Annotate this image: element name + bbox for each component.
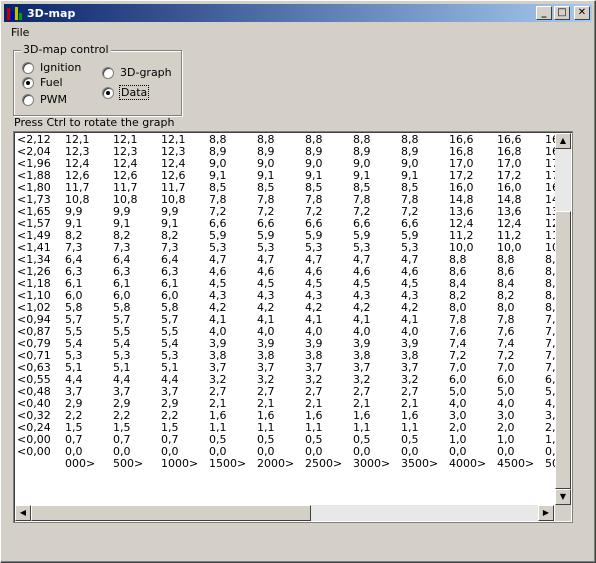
radio-ignition-label: Ignition [40, 61, 82, 74]
scroll-left-button[interactable]: ◀ [15, 505, 31, 521]
radio-3d-graph[interactable]: 3D-graph [102, 66, 172, 79]
window-title: 3D-map [27, 6, 76, 20]
table-row: <0,875,55,55,54,04,04,04,04,07,67,67,6 [17, 326, 557, 338]
scrollbar-corner [555, 505, 571, 521]
horizontal-scrollbar[interactable]: ◀ ▶ [15, 505, 554, 521]
scroll-up-button[interactable]: ▲ [555, 133, 571, 149]
table-row: <1,417,37,37,35,35,35,35,35,310,010,010, [17, 242, 557, 254]
horizontal-scroll-thumb[interactable] [31, 505, 311, 521]
table-row: <0,000,70,70,70,50,50,50,50,51,01,01,0 [17, 434, 557, 446]
close-button[interactable]: ✕ [574, 6, 590, 20]
table-cell: 000> [65, 457, 96, 470]
menu-bar: File [4, 23, 592, 41]
table-row: <0,795,45,45,43,93,93,93,93,97,47,47,4 [17, 338, 557, 350]
minimize-button[interactable]: _ [536, 6, 552, 20]
radio-ignition[interactable]: Ignition [22, 61, 81, 74]
radio-pwm[interactable]: PWM [22, 93, 67, 106]
table-row: <1,73 10,8 10,8 10,8 7,8 7,8 7,8 7,8 7,8 14,8 14,8… [17, 194, 557, 206]
radio-fuel[interactable]: Fuel [22, 76, 63, 89]
main-window: 3D-map _ □ ✕ File 3D-map control Ignitio… [0, 0, 596, 563]
table-cell: 4500> [497, 457, 535, 470]
radio-pwm-label: PWM [40, 93, 68, 106]
table-row: <1,88 12,6 12,6 12,6 9,1 9,1 9,1 9,1 9,1 17,2 17,2… [17, 170, 557, 182]
radio-3d-graph-label: 3D-graph [120, 66, 172, 79]
data-table-area[interactable]: <2,12 12,1 12,1 12,1 8,8 8,8 8,8 8,8 8,8 16,6 16,6… [13, 131, 573, 523]
control-group-title: 3D-map control [21, 43, 111, 56]
vertical-scroll-thumb[interactable] [555, 211, 571, 489]
table-row: <1,266,36,36,34,64,64,64,64,68,68,68,6 [17, 266, 557, 278]
table-row: <0,322,22,22,21,61,61,61,61,63,03,03,0 [17, 410, 557, 422]
table-cell: 500> [113, 457, 144, 470]
table-row: <1,498,28,28,25,95,95,95,95,911,211,211, [17, 230, 557, 242]
menu-file[interactable]: File [11, 26, 29, 39]
table-row: <1,025,85,85,84,24,24,24,24,28,08,08,0 [17, 302, 557, 314]
radio-data-label: Data [118, 85, 150, 100]
table-row: <2,12 12,1 12,1 12,1 8,8 8,8 8,8 8,8 8,8 16,6 16,6… [17, 134, 557, 146]
table-cell: 4000> [449, 457, 487, 470]
table-row: <1,80 11,7 11,7 11,7 8,5 8,5 8,5 8,5 8,5 16,0 16,0… [17, 182, 557, 194]
radio-pwm-indicator [22, 93, 34, 106]
data-table: <2,12 12,1 12,1 12,1 8,8 8,8 8,8 8,8 8,8 16,6 16,6… [17, 134, 557, 506]
table-row: <1,186,16,16,14,54,54,54,54,58,48,48,4 [17, 278, 557, 290]
vertical-scrollbar[interactable]: ▲ ▼ [555, 133, 571, 505]
table-cell: 2000> [257, 457, 295, 470]
radio-ignition-indicator [22, 61, 34, 74]
axis-row: 000> 500> 1000> 1500> 2000> 2500> 3000> 3500> 40… [17, 458, 557, 470]
table-row: <1,659,99,99,97,27,27,27,27,213,613,613, [17, 206, 557, 218]
rotate-hint: Press Ctrl to rotate the graph [14, 116, 175, 129]
radio-fuel-indicator [22, 76, 34, 89]
table-cell: 1500> [209, 457, 247, 470]
maximize-button[interactable]: □ [554, 6, 570, 20]
radio-data-indicator [102, 86, 114, 99]
table-row: <1,346,46,46,44,74,74,74,74,78,88,88,8 [17, 254, 557, 266]
table-row: <0,554,44,44,43,23,23,23,23,26,06,06,0 [17, 374, 557, 386]
scroll-down-button[interactable]: ▼ [555, 489, 571, 505]
table-row: <1,579,19,19,16,66,66,66,66,612,412,412, [17, 218, 557, 230]
table-row: <2,04 12,3 12,3 12,3 8,9 8,9 8,9 8,9 8,9 16,8 16,8… [17, 146, 557, 158]
table-row: <0,483,73,73,72,72,72,72,72,75,05,05,0 [17, 386, 557, 398]
radio-fuel-label: Fuel [40, 76, 63, 89]
table-cell: 1000> [161, 457, 199, 470]
table-cell: 3000> [353, 457, 391, 470]
table-row: <0,635,15,15,13,73,73,73,73,77,07,07,0 [17, 362, 557, 374]
table-row: <0,402,92,92,92,12,12,12,12,14,04,04,0 [17, 398, 557, 410]
table-row: <0,241,51,51,51,11,11,11,11,12,02,02,0 [17, 422, 557, 434]
table-row: <1,106,06,06,04,34,34,34,34,38,28,28,2 [17, 290, 557, 302]
table-row: <0,945,75,75,74,14,14,14,14,17,87,87,8 [17, 314, 557, 326]
table-row: <0,715,35,35,33,83,83,83,83,87,27,27,2 [17, 350, 557, 362]
radio-3d-graph-indicator [102, 66, 114, 79]
title-bar[interactable]: 3D-map _ □ ✕ [4, 4, 592, 22]
table-cell: <0,00 [17, 445, 51, 458]
table-cell: 2500> [305, 457, 343, 470]
table-cell: 3500> [401, 457, 439, 470]
table-row: <1,96 12,4 12,4 12,4 9,0 9,0 9,0 9,0 9,0 17,0 17,0… [17, 158, 557, 170]
radio-data[interactable]: Data [102, 85, 150, 100]
scroll-right-button[interactable]: ▶ [538, 505, 554, 521]
app-icon [7, 6, 23, 20]
